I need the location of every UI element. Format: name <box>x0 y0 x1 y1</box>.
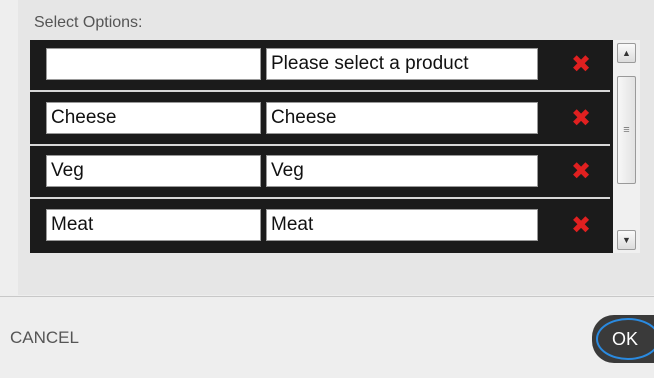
options-list: ✖ ✖ ✖ ✖ ▲ ≡ ▼ <box>30 40 640 253</box>
option-value-input[interactable] <box>266 155 538 187</box>
delete-icon[interactable]: ✖ <box>570 107 592 131</box>
option-value-input[interactable] <box>266 102 538 134</box>
option-key-input[interactable] <box>46 155 261 187</box>
vertical-scrollbar[interactable]: ▲ ≡ ▼ <box>613 40 640 253</box>
option-key-input[interactable] <box>46 102 261 134</box>
option-value-input[interactable] <box>266 48 538 80</box>
focus-ring <box>596 318 654 360</box>
option-key-input[interactable] <box>46 48 261 80</box>
option-row: ✖ <box>30 147 610 199</box>
delete-icon[interactable]: ✖ <box>570 53 592 77</box>
footer-divider <box>0 296 654 297</box>
scroll-up-icon[interactable]: ▲ <box>617 43 636 63</box>
option-value-input[interactable] <box>266 209 538 241</box>
grip-icon: ≡ <box>623 124 630 136</box>
delete-icon[interactable]: ✖ <box>570 160 592 184</box>
option-row: ✖ <box>30 40 610 92</box>
option-key-input[interactable] <box>46 209 261 241</box>
scroll-down-icon[interactable]: ▼ <box>617 230 636 250</box>
section-label: Select Options: <box>34 14 143 31</box>
option-row: ✖ <box>30 201 610 253</box>
cancel-button[interactable]: CANCEL <box>10 328 79 348</box>
option-row: ✖ <box>30 94 610 146</box>
delete-icon[interactable]: ✖ <box>570 214 592 238</box>
scrollbar-thumb[interactable]: ≡ <box>617 76 636 184</box>
